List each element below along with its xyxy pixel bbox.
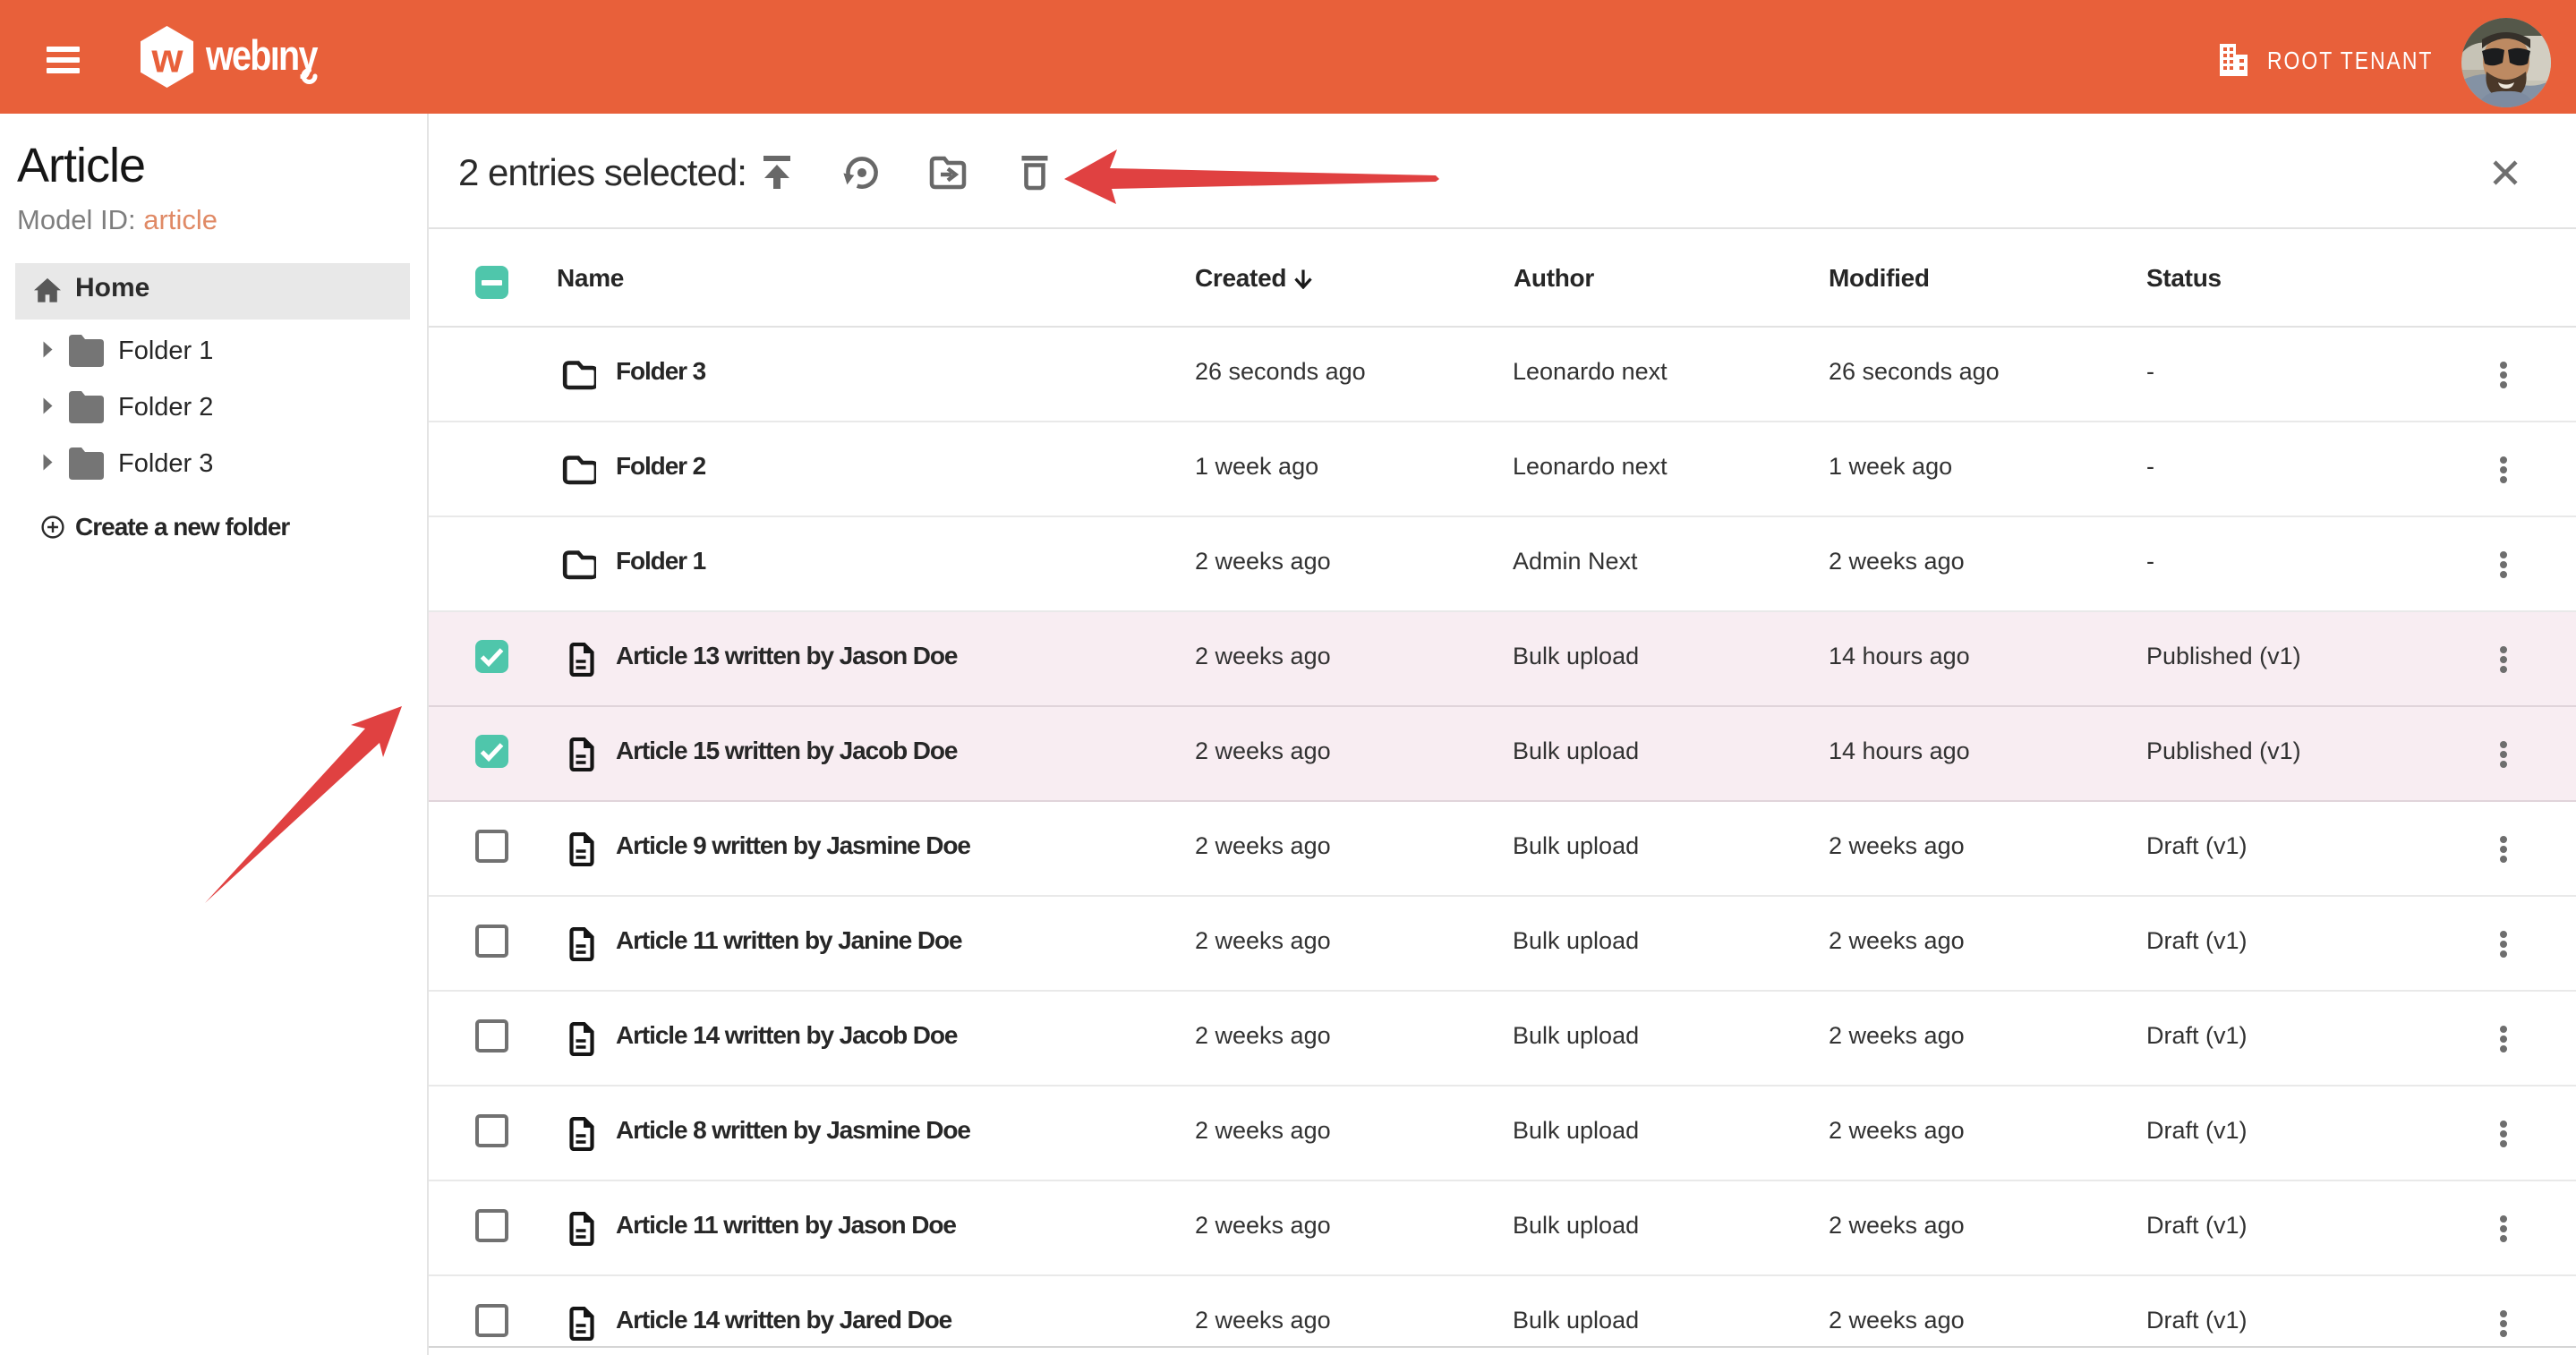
- svg-text:w: w: [150, 36, 183, 81]
